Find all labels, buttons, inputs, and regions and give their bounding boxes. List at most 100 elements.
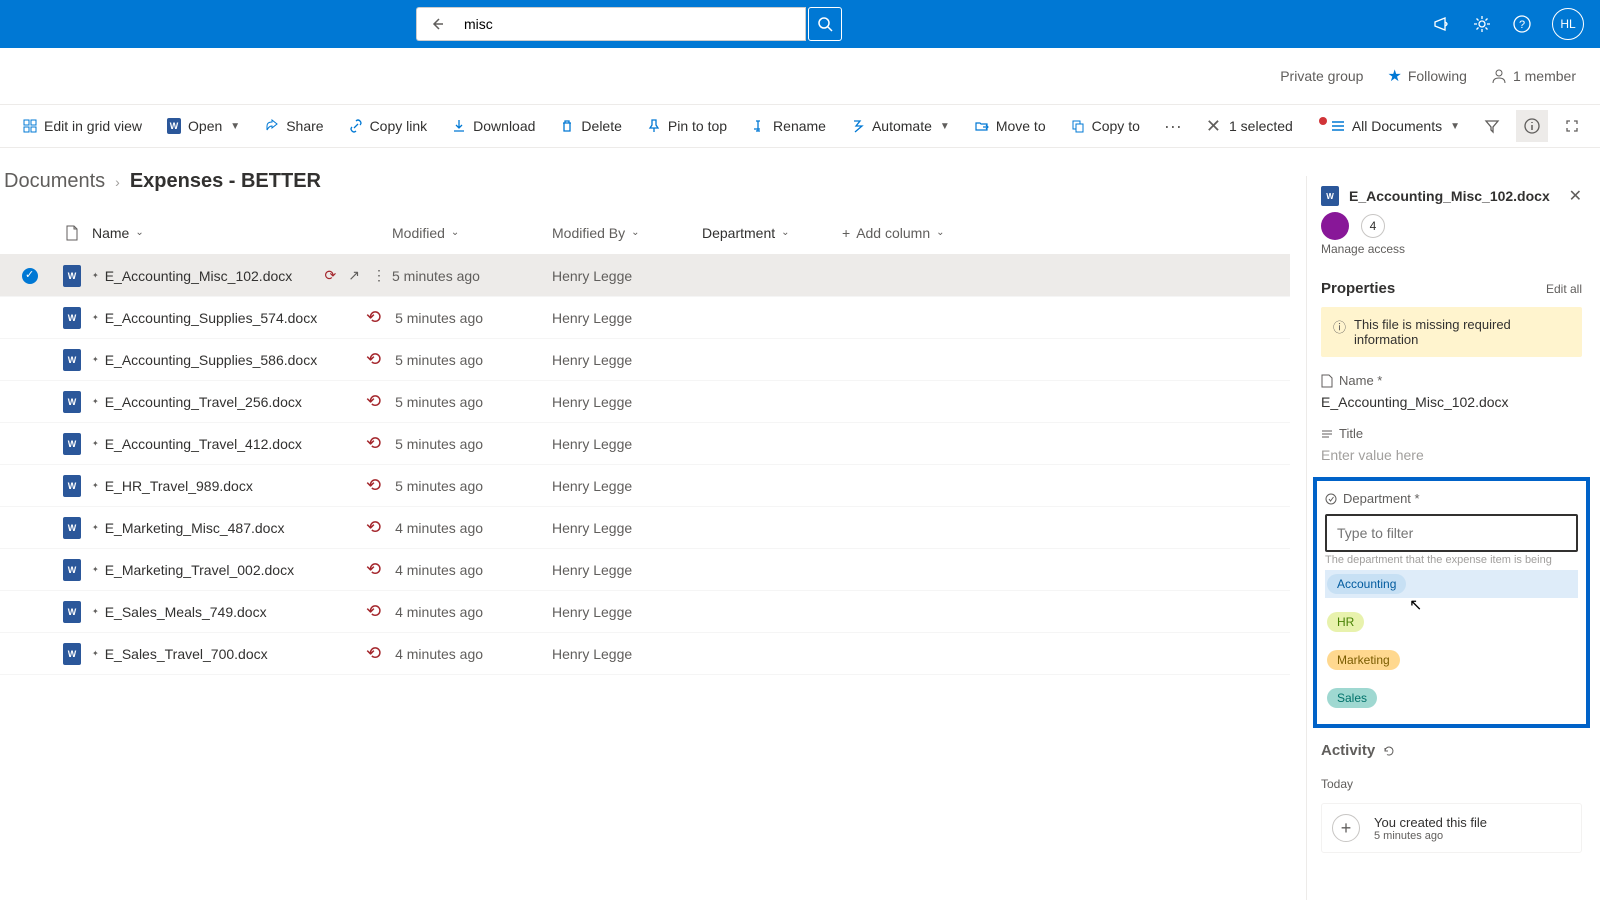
modified-column-header[interactable]: Modified⌄ — [392, 225, 552, 241]
edit-grid-button[interactable]: Edit in grid view — [12, 112, 152, 140]
table-row[interactable]: ✦E_Marketing_Travel_002.docx⟲4 minutes a… — [0, 549, 1290, 591]
share-button[interactable]: Share — [254, 112, 333, 140]
file-name[interactable]: E_Marketing_Travel_002.docx — [105, 562, 294, 578]
share-icon[interactable]: ⟳ — [325, 267, 337, 284]
svg-text:?: ? — [1519, 19, 1525, 31]
flow-icon — [850, 118, 866, 134]
name-column-header[interactable]: Name⌄ — [92, 225, 392, 241]
file-name[interactable]: E_Accounting_Travel_412.docx — [105, 436, 302, 452]
close-panel-button[interactable]: ✕ — [1569, 186, 1582, 206]
file-name[interactable]: E_Accounting_Misc_102.docx — [105, 268, 293, 284]
shared-icon: ⟲ — [366, 643, 381, 664]
word-icon — [63, 349, 81, 371]
title-property-label: Title — [1321, 426, 1582, 441]
table-row[interactable]: ✦E_Sales_Travel_700.docx⟲4 minutes agoHe… — [0, 633, 1290, 675]
chevron-down-icon: ⌄ — [781, 227, 789, 238]
automate-button[interactable]: Automate▼ — [840, 112, 960, 140]
table-row[interactable]: ✦E_HR_Travel_989.docx⟲5 minutes agoHenry… — [0, 465, 1290, 507]
search-input[interactable] — [456, 7, 806, 41]
name-property-value[interactable]: E_Accounting_Misc_102.docx — [1321, 394, 1582, 410]
modified-time: 5 minutes ago — [395, 394, 483, 410]
modified-time: 4 minutes ago — [395, 604, 483, 620]
star-icon: ★ — [1387, 66, 1401, 86]
shared-icon: ⟲ — [366, 349, 381, 370]
download-icon — [451, 118, 467, 134]
user-avatar[interactable]: HL — [1552, 8, 1584, 40]
following-toggle[interactable]: ★Following — [1387, 66, 1466, 86]
top-bar: ? HL — [0, 0, 1600, 48]
breadcrumb-root[interactable]: Documents — [4, 170, 105, 193]
file-name[interactable]: E_Marketing_Misc_487.docx — [105, 520, 285, 536]
modified-by-column-header[interactable]: Modified By⌄ — [552, 225, 702, 241]
copy-link-button[interactable]: Copy link — [338, 112, 438, 140]
table-row[interactable]: ✦E_Accounting_Travel_412.docx⟲5 minutes … — [0, 423, 1290, 465]
file-name[interactable]: E_Sales_Travel_700.docx — [105, 646, 268, 662]
megaphone-icon[interactable] — [1432, 14, 1452, 34]
department-pill: Accounting — [1327, 574, 1406, 594]
plus-icon: + — [842, 225, 850, 241]
help-icon[interactable]: ? — [1512, 14, 1532, 34]
edit-all-link[interactable]: Edit all — [1546, 282, 1582, 296]
more-icon[interactable]: ⋮ — [372, 267, 386, 284]
download-button[interactable]: Download — [441, 112, 545, 140]
command-bar: Edit in grid view Open▼ Share Copy link … — [0, 104, 1600, 148]
title-property-value[interactable]: Enter value here — [1321, 447, 1582, 463]
info-button[interactable] — [1516, 110, 1548, 142]
delete-button[interactable]: Delete — [549, 112, 631, 140]
file-name[interactable]: E_HR_Travel_989.docx — [105, 478, 253, 494]
expand-button[interactable] — [1556, 110, 1588, 142]
table-row[interactable]: ✦E_Accounting_Misc_102.docx⟳↗⋮5 minutes … — [0, 255, 1290, 297]
table-row[interactable]: ✦E_Marketing_Misc_487.docx⟲4 minutes ago… — [0, 507, 1290, 549]
department-option[interactable]: Marketing — [1325, 646, 1578, 674]
pin-button[interactable]: Pin to top — [636, 112, 737, 140]
view-selector[interactable]: All Documents▼ — [1311, 112, 1468, 140]
open-button[interactable]: Open▼ — [156, 112, 250, 140]
table-row[interactable]: ✦E_Accounting_Travel_256.docx⟲5 minutes … — [0, 381, 1290, 423]
rename-button[interactable]: Rename — [741, 112, 836, 140]
file-type-column[interactable] — [52, 225, 92, 241]
file-name[interactable]: E_Sales_Meals_749.docx — [105, 604, 267, 620]
word-icon — [1321, 186, 1339, 206]
word-icon — [63, 601, 81, 623]
selection-indicator[interactable]: ✕1 selected — [1196, 116, 1303, 137]
activity-text: You created this file — [1374, 815, 1487, 830]
word-icon — [166, 118, 182, 134]
settings-icon[interactable] — [1472, 14, 1492, 34]
manage-access-link[interactable]: Manage access — [1321, 242, 1582, 256]
department-column-header[interactable]: Department⌄ — [702, 225, 842, 241]
more-button[interactable]: ··· — [1154, 110, 1192, 143]
details-panel: E_Accounting_Misc_102.docx ✕ 4 Manage ac… — [1306, 176, 1596, 900]
file-name[interactable]: E_Accounting_Travel_256.docx — [105, 394, 302, 410]
share-icon — [264, 118, 280, 134]
document-icon — [65, 225, 79, 241]
share-count[interactable]: 4 — [1361, 214, 1385, 238]
modified-by: Henry Legge — [552, 268, 702, 284]
search-button[interactable] — [808, 7, 842, 41]
table-row[interactable]: ✦E_Sales_Meals_749.docx⟲4 minutes agoHen… — [0, 591, 1290, 633]
file-name[interactable]: E_Accounting_Supplies_574.docx — [105, 310, 318, 326]
share-arrow-icon[interactable]: ↗ — [348, 267, 360, 284]
add-column-button[interactable]: +Add column⌄ — [842, 225, 992, 241]
activity-heading: Activity — [1321, 742, 1582, 759]
department-option[interactable]: HR — [1325, 608, 1578, 636]
department-option[interactable]: Sales — [1325, 684, 1578, 712]
modified-time: 4 minutes ago — [395, 562, 483, 578]
search-back-button[interactable] — [416, 7, 456, 41]
table-row[interactable]: ✦E_Accounting_Supplies_586.docx⟲5 minute… — [0, 339, 1290, 381]
file-name[interactable]: E_Accounting_Supplies_586.docx — [105, 352, 318, 368]
table-row[interactable]: ✦E_Accounting_Supplies_574.docx⟲5 minute… — [0, 297, 1290, 339]
table-header: Name⌄ Modified⌄ Modified By⌄ Department⌄… — [0, 211, 1290, 255]
word-icon — [63, 559, 81, 581]
member-count[interactable]: 1 member — [1491, 68, 1576, 84]
move-button[interactable]: Move to — [964, 112, 1056, 140]
modified-time: 5 minutes ago — [395, 310, 483, 326]
row-checkbox[interactable] — [22, 268, 38, 284]
copy-button[interactable]: Copy to — [1060, 112, 1150, 140]
filter-button[interactable] — [1476, 110, 1508, 142]
new-indicator-icon: ✦ — [92, 649, 99, 658]
department-filter-input[interactable] — [1327, 516, 1576, 550]
link-icon — [348, 118, 364, 134]
department-option[interactable]: Accounting — [1325, 570, 1578, 598]
modified-time: 5 minutes ago — [392, 268, 480, 284]
word-icon — [63, 265, 81, 287]
